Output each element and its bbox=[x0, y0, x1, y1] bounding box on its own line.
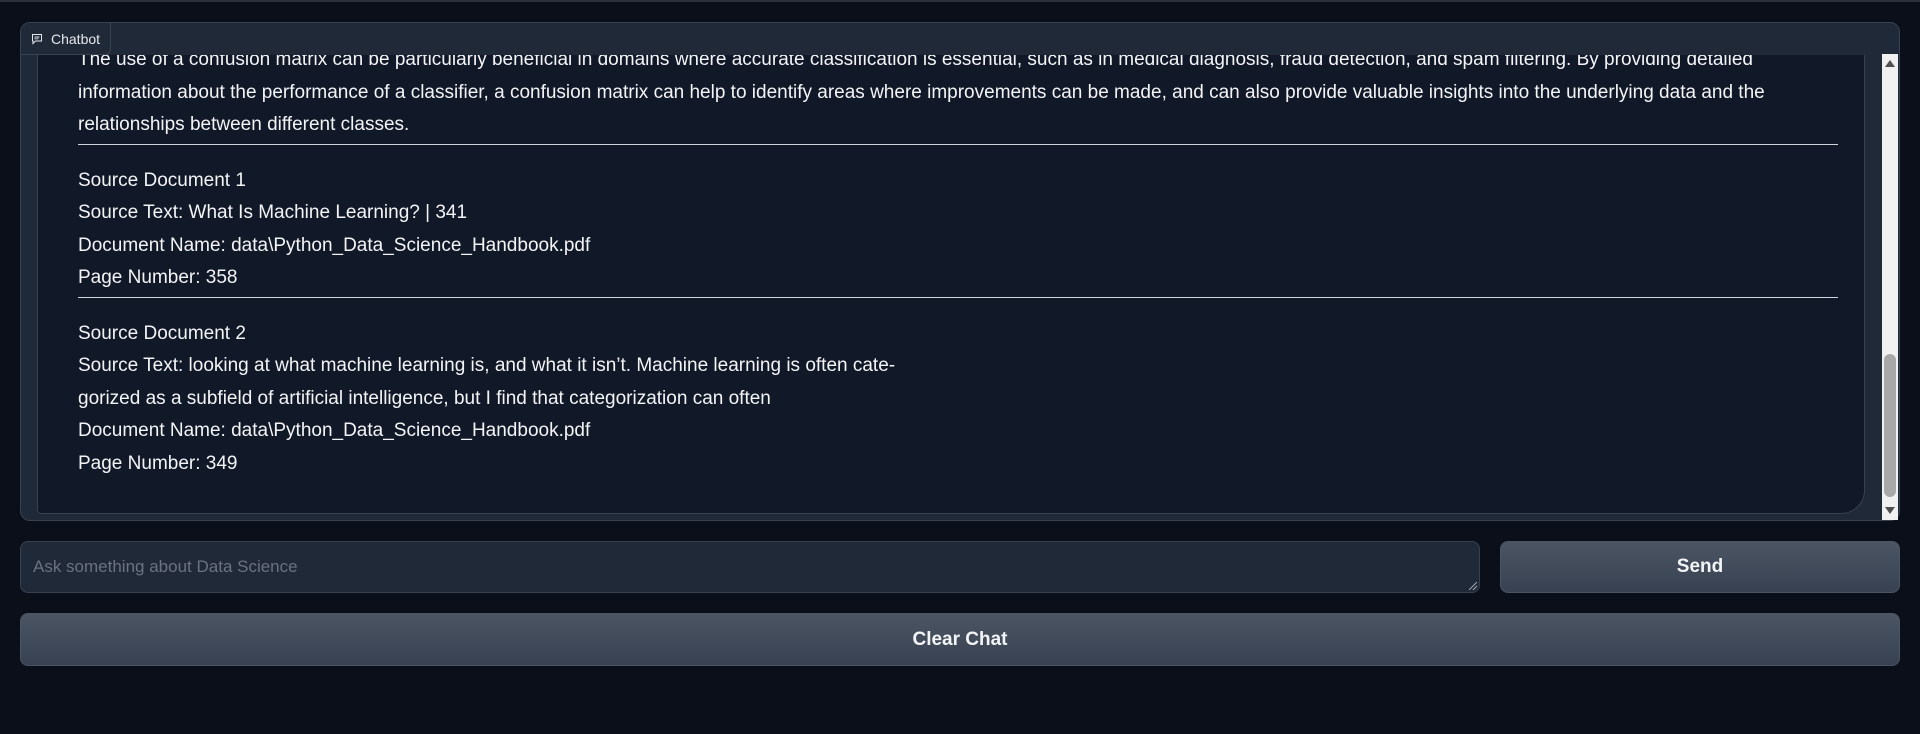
source-document-1: Source Document 1 Source Text: What Is M… bbox=[78, 165, 1838, 295]
page-number: Page Number: 349 bbox=[78, 452, 238, 474]
page-number: Page Number: 358 bbox=[78, 267, 238, 288]
bot-message: The use of a confusion matrix can be par… bbox=[37, 55, 1865, 514]
top-border bbox=[0, 0, 1920, 2]
send-button[interactable]: Send bbox=[1500, 541, 1900, 593]
source-text: Source Text: What Is Machine Learning? |… bbox=[78, 202, 468, 223]
chatbot-label: Chatbot bbox=[21, 23, 112, 55]
question-input[interactable] bbox=[20, 541, 1480, 593]
scroll-thumb[interactable] bbox=[1884, 354, 1896, 497]
scroll-up-arrow-icon[interactable] bbox=[1885, 60, 1895, 67]
chatbot-label-text: Chatbot bbox=[51, 30, 101, 47]
source-document-2: Source Document 2 Source Text: looking a… bbox=[78, 318, 1838, 481]
scrollbar[interactable] bbox=[1882, 54, 1898, 520]
scroll-down-arrow-icon[interactable] bbox=[1885, 507, 1895, 514]
source-text-continued: gorized as a subfield of artificial inte… bbox=[78, 387, 771, 409]
input-row: Send bbox=[20, 541, 1900, 593]
source-title: Source Document 1 bbox=[78, 169, 246, 191]
chat-bubble-icon bbox=[31, 33, 43, 45]
source-text: Source Text: looking at what machine lea… bbox=[78, 355, 896, 376]
message-list[interactable]: The use of a confusion matrix can be par… bbox=[37, 55, 1865, 520]
source-title: Source Document 2 bbox=[78, 322, 246, 344]
document-name: Document Name: data\Python_Data_Science_… bbox=[78, 234, 591, 256]
resize-grip-icon[interactable] bbox=[1469, 582, 1477, 590]
chatbot-panel: Chatbot The use of a confusion matrix ca… bbox=[20, 22, 1900, 521]
clear-chat-button[interactable]: Clear Chat bbox=[20, 613, 1900, 666]
answer-paragraph: The use of a confusion matrix can be par… bbox=[78, 55, 1765, 135]
divider bbox=[78, 143, 1838, 145]
divider bbox=[78, 296, 1838, 298]
document-name: Document Name: data\Python_Data_Science_… bbox=[78, 420, 591, 441]
